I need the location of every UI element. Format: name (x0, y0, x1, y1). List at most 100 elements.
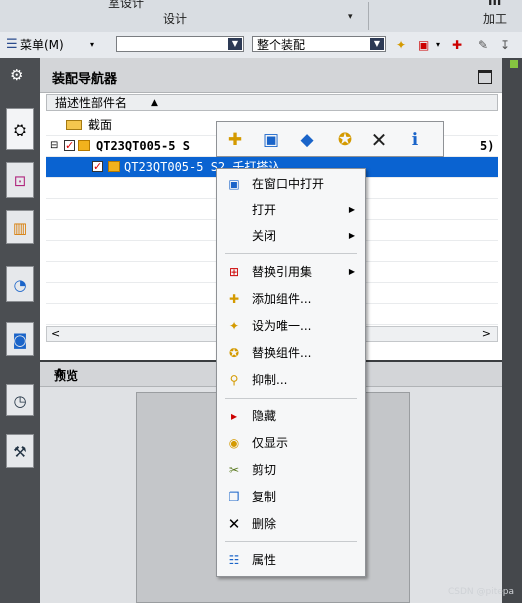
move-component-icon[interactable]: ◆ (295, 128, 319, 152)
submenu-arrow-icon: ▶ (348, 205, 355, 214)
menu-item-open-in-window[interactable]: ▣ 在窗口中打开 (217, 172, 365, 196)
top-toolbar: ☰ 菜单(M) ▾ ▼ 整个装配 ▼ ✦ ▣ ▾ ✚ ✎ ↧ (0, 32, 522, 59)
suppress-icon: ⚲ (229, 373, 239, 387)
assembly-icon (78, 140, 90, 151)
context-mini-toolbar: ✚ ▣ ◆ ✪ ✕ ℹ (216, 121, 444, 157)
filter-icon[interactable]: ✦ (396, 36, 406, 54)
assembly-navigator-tab-icon[interactable]: ⛭ (6, 108, 34, 150)
scroll-left-icon[interactable]: < (51, 327, 60, 341)
submenu-arrow-icon: ▶ (348, 267, 355, 276)
menu-item-hide[interactable]: ▸ 隐藏 (217, 404, 365, 428)
copy-icon: ❐ (228, 490, 240, 504)
menu-item-properties[interactable]: ☷ 属性 (217, 548, 365, 572)
menu-item-label: 在窗口中打开 (252, 177, 325, 191)
navigator-title-bar: 装配导航器 (40, 58, 502, 93)
replace-component-icon[interactable]: ✪ (333, 128, 357, 152)
menu-item-label: 删除 (252, 517, 277, 531)
properties-icon: ☷ (228, 553, 240, 567)
menu-item-label: 添加组件... (252, 292, 312, 306)
chevron-down-icon[interactable]: ▼ (370, 38, 384, 50)
add-component-icon[interactable]: ✚ (223, 128, 247, 152)
snap-icon[interactable]: ✚ (452, 36, 462, 54)
menu-item-label: 仅显示 (252, 436, 289, 450)
scope-value: 整个装配 (257, 38, 306, 52)
menu-item-copy[interactable]: ❐ 复制 (217, 485, 365, 509)
navigator-title: 装配导航器 (52, 72, 118, 87)
menu-item-label: 复制 (252, 490, 277, 504)
folder-icon (66, 120, 82, 130)
resource-bar: ⚙ ⛭ ⊡ ▥ ◔ ◙ ◷ ⚒ (0, 58, 40, 603)
select-dropdown-icon[interactable]: ▾ (436, 36, 440, 54)
tree-row-label: QT23QT005-5 S (96, 139, 190, 153)
column-header[interactable]: 描述性部件名 ▲ (46, 94, 498, 111)
menu-item-suppress[interactable]: ⚲ 抑制... (217, 368, 365, 392)
visibility-checkbox[interactable]: ✓ (92, 161, 103, 172)
menu-separator (225, 398, 357, 399)
menu-item-label: 剪切 (252, 463, 277, 477)
delete-icon: ✕ (227, 515, 241, 533)
menu-item-show-only[interactable]: ◉ 仅显示 (217, 431, 365, 455)
clock-icon[interactable]: ◷ (6, 384, 34, 416)
submenu-arrow-icon: ▶ (348, 231, 355, 240)
ribbon-design-top-partial: 室设计 (108, 0, 145, 10)
history-tab-icon[interactable]: ◔ (6, 266, 34, 302)
ribbon: 室设计 设计 ▾ III 加工 (0, 0, 522, 33)
tree-row-label: 截面 (88, 118, 113, 132)
hide-icon: ▸ (230, 409, 238, 423)
menu-item-replace-component[interactable]: ✪ 替换组件... (217, 341, 365, 365)
menu-item-label: 抑制... (252, 373, 288, 387)
select-box-icon[interactable]: ▣ (418, 36, 429, 54)
cut-icon: ✂ (228, 463, 240, 477)
ribbon-group-machining[interactable]: 加工 (483, 10, 507, 27)
ribbon-dropdown-icon[interactable]: ▾ (348, 12, 353, 22)
menu-icon: ☰ (6, 37, 18, 52)
menu-item-label: 打开 (252, 203, 277, 217)
web-browser-tab-icon[interactable]: ◙ (6, 322, 34, 356)
constraint-navigator-tab-icon[interactable]: ⊡ (6, 162, 34, 198)
ribbon-machining-top-partial: III (488, 0, 502, 8)
gear-icon[interactable]: ⚙ (10, 66, 23, 84)
menu-item-cut[interactable]: ✂ 剪切 (217, 458, 365, 482)
menu-separator (225, 541, 357, 542)
visibility-checkbox[interactable]: ✓ (64, 140, 75, 151)
menu-item-label: 关闭 (252, 229, 277, 243)
replace-component-icon: ✪ (228, 346, 240, 360)
scroll-right-icon[interactable]: > (482, 327, 491, 341)
replace-refset-icon: ⊞ (228, 265, 240, 279)
add-component-icon: ✚ (228, 292, 240, 306)
collapse-icon[interactable]: ⊟ (50, 136, 58, 156)
menu-button[interactable]: 菜单(M) (20, 36, 64, 54)
menu-item-label: 隐藏 (252, 409, 277, 423)
delete-icon[interactable]: ✕ (367, 128, 391, 152)
status-indicator (510, 60, 518, 68)
sort-ascending-icon: ▲ (151, 98, 158, 108)
reuse-library-tab-icon[interactable]: ▥ (6, 210, 34, 244)
menu-item-label: 属性 (252, 553, 277, 567)
menu-item-label: 替换组件... (252, 346, 312, 360)
point-icon[interactable]: ✎ (478, 36, 488, 54)
ribbon-separator (368, 2, 369, 30)
maximize-icon[interactable] (478, 70, 492, 84)
menu-item-add-component[interactable]: ✚ 添加组件... (217, 287, 365, 311)
column-header-label: 描述性部件名 (55, 96, 128, 110)
menu-item-open[interactable]: 打开 ▶ (217, 198, 365, 222)
context-menu: ▣ 在窗口中打开 打开 ▶ 关闭 ▶ ⊞ 替换引用集 ▶ ✚ 添加组件... ✦… (216, 168, 366, 577)
scope-combo[interactable]: 整个装配 ▼ (252, 36, 386, 52)
menu-item-delete[interactable]: ✕ 删除 (217, 512, 365, 536)
role-tab-icon[interactable]: ⚒ (6, 434, 34, 468)
open-in-window-icon[interactable]: ▣ (259, 128, 283, 152)
more-icon[interactable]: ↧ (500, 36, 510, 54)
ribbon-group-design[interactable]: 设计 (163, 10, 187, 27)
chevron-down-icon[interactable]: ▼ (228, 38, 242, 50)
menu-item-label: 替换引用集 (252, 265, 313, 279)
menu-item-close[interactable]: 关闭 ▶ (217, 224, 365, 248)
info-icon[interactable]: ℹ (403, 128, 427, 152)
menu-item-make-unique[interactable]: ✦ 设为唯一... (217, 314, 365, 338)
type-filter-combo[interactable]: ▼ (116, 36, 244, 52)
menu-item-replace-refset[interactable]: ⊞ 替换引用集 ▶ (217, 260, 365, 284)
open-in-window-icon: ▣ (228, 177, 240, 191)
menu-item-label: 设为唯一... (252, 319, 312, 333)
make-unique-icon: ✦ (228, 319, 240, 333)
menu-dropdown-icon[interactable]: ▾ (90, 36, 94, 54)
tree-row-suffix: 5) (480, 139, 495, 153)
